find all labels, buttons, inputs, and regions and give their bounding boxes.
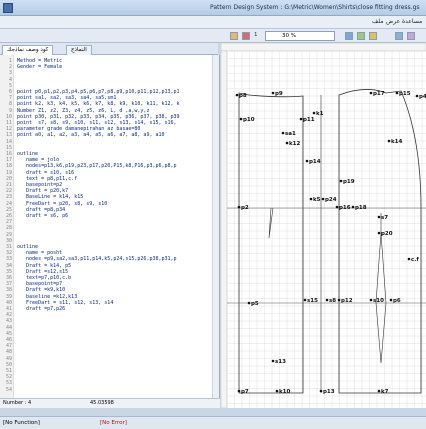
point-marker	[239, 117, 243, 121]
point-marker	[319, 389, 323, 393]
open-icon[interactable]	[230, 32, 238, 40]
number-label: Number : 4	[3, 400, 32, 406]
zoom-field[interactable]: 30 %	[265, 31, 335, 41]
point-marker	[395, 91, 399, 95]
point-label: k1	[316, 111, 324, 117]
point-marker	[377, 215, 381, 219]
zoom-in-icon[interactable]	[357, 32, 365, 40]
point-label: k12	[289, 141, 300, 147]
toolbar: 1 30 %	[0, 29, 426, 43]
point-label: p13	[323, 389, 335, 395]
point-label: p7	[241, 389, 249, 395]
point-label: p2	[241, 205, 249, 211]
back-dart	[268, 207, 274, 239]
point-marker	[325, 298, 329, 302]
point-marker	[321, 197, 325, 201]
point-marker	[351, 205, 355, 209]
top-ruler	[221, 43, 426, 52]
point-marker	[271, 91, 275, 95]
point-marker	[389, 298, 393, 302]
point-marker	[271, 359, 275, 363]
code-line[interactable]: 54	[0, 386, 219, 393]
app-icon	[3, 3, 13, 13]
point-label: p11	[303, 117, 315, 123]
point-marker	[275, 389, 279, 393]
menu-view[interactable]: عرض	[386, 18, 400, 25]
status-error: [No Error]	[100, 420, 127, 426]
window-title: Pattern Design System : G:\Metric\Women\…	[210, 4, 420, 11]
point-label: p24	[325, 197, 337, 203]
point-marker	[415, 94, 419, 98]
pattern-canvas[interactable]: p8 p9 p10 p17 p15 p4 p11 k1 sa1 k12 k14 p14 p19 k5 p2 p…	[221, 43, 426, 408]
point-marker	[235, 93, 239, 97]
point-label: p16	[339, 205, 351, 211]
number-value: 45.03598	[90, 400, 114, 406]
point-marker	[309, 197, 313, 201]
point-label: k14	[391, 139, 402, 145]
editor-tabs: كود وصف نماذجك النماذج	[0, 43, 218, 55]
point-label: p10	[243, 117, 255, 123]
point-label: s13	[275, 359, 286, 365]
menu-file[interactable]: ملف	[372, 18, 383, 25]
point-marker	[407, 257, 411, 261]
point-label: p18	[355, 205, 367, 211]
save-icon[interactable]	[395, 32, 403, 40]
title-bar: Pattern Design System : G:\Metric\Women\…	[0, 0, 426, 16]
point-marker	[299, 117, 303, 121]
zoom-out-icon[interactable]	[369, 32, 377, 40]
point-marker	[237, 205, 241, 209]
point-label: p6	[393, 298, 401, 304]
status-bar: [No Function] [No Error]	[0, 416, 426, 429]
back-outline	[238, 92, 304, 394]
menu-help[interactable]: مساعدة	[402, 18, 422, 25]
point-marker	[303, 298, 307, 302]
point-label: k10	[279, 389, 290, 395]
point-label: k5	[313, 197, 321, 203]
print-icon[interactable]	[345, 32, 353, 40]
point-label: p4	[419, 94, 426, 100]
point-label: s8	[329, 298, 336, 304]
point-marker	[247, 301, 251, 305]
point-label: p17	[373, 91, 385, 97]
left-ruler	[221, 50, 228, 408]
point-label: p5	[251, 301, 259, 307]
point-label: p14	[309, 159, 321, 165]
point-marker	[369, 91, 373, 95]
point-marker	[377, 389, 381, 393]
editor-status: Number : 4 45.03598	[0, 398, 220, 408]
point-marker	[377, 231, 381, 235]
point-marker	[281, 131, 285, 135]
point-label: sa1	[285, 131, 296, 137]
line-number: 54	[5, 386, 12, 393]
point-label: p12	[341, 298, 353, 304]
point-marker	[337, 298, 341, 302]
point-label: p9	[275, 91, 283, 97]
point-marker	[305, 159, 309, 163]
page-number: 1	[254, 32, 258, 38]
point-marker	[312, 111, 316, 115]
point-marker	[387, 139, 391, 143]
point-label: s10	[373, 298, 384, 304]
menu-bar: ملف عرض مساعدة	[0, 16, 426, 29]
point-marker	[237, 389, 241, 393]
point-marker	[285, 141, 289, 145]
close-icon[interactable]	[242, 32, 250, 40]
point-label: s7	[381, 215, 388, 221]
point-label: s15	[307, 298, 318, 304]
point-label: c.f	[411, 257, 419, 263]
point-label: p19	[343, 179, 355, 185]
point-label: p8	[239, 93, 247, 99]
point-label: p20	[381, 231, 393, 237]
point-marker	[369, 298, 373, 302]
tab-code[interactable]: كود وصف نماذجك	[2, 45, 54, 55]
status-function: [No Function]	[3, 420, 40, 426]
point-label: p15	[399, 91, 411, 97]
tab-patterns[interactable]: النماذج	[66, 45, 92, 55]
point-marker	[335, 205, 339, 209]
export-icon[interactable]	[407, 32, 415, 40]
point-marker	[339, 179, 343, 183]
code-editor[interactable]: 1 Method = Metric 2 Gender = Female 3 4 5 6 poin…	[0, 55, 220, 398]
pattern-drawing[interactable]: p8 p9 p10 p17 p15 p4 p11k1 sa1 k12 k14 p14 p19 k5 p2 p…	[221, 43, 426, 408]
point-label: k7	[381, 389, 389, 395]
